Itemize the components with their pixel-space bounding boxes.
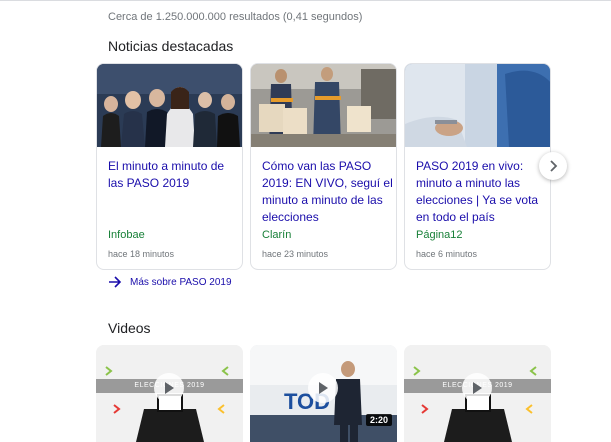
- video-duration: 2:20: [365, 414, 392, 426]
- news-card[interactable]: Cómo van las PASO 2019: EN VIVO, seguí e…: [250, 63, 397, 270]
- news-time: hace 18 minutos: [108, 249, 175, 259]
- play-button[interactable]: [154, 373, 184, 403]
- video-thumbnail[interactable]: ELECCIONES 2019: [96, 345, 243, 442]
- news-headline[interactable]: Cómo van las PASO 2019: EN VIVO, seguí e…: [262, 158, 394, 226]
- carousel-next-button[interactable]: [539, 152, 567, 180]
- news-card[interactable]: El minuto a minuto de las PASO 2019 Info…: [96, 63, 243, 270]
- top-stories-title: Noticias destacadas: [108, 38, 234, 54]
- news-thumbnail: [97, 64, 242, 147]
- videos-title: Videos: [108, 320, 151, 336]
- news-source: Clarín: [262, 229, 292, 241]
- news-source: Página12: [416, 229, 463, 241]
- play-icon: [165, 382, 174, 394]
- news-time: hace 6 minutos: [416, 249, 478, 259]
- news-card[interactable]: PASO 2019 en vivo: minuto a minuto las e…: [404, 63, 551, 270]
- more-news-label: Más sobre PASO 2019: [130, 276, 232, 288]
- chevron-right-icon: [550, 160, 558, 172]
- video-thumbnail[interactable]: ELECCIONES 2019: [404, 345, 551, 442]
- play-icon: [319, 382, 328, 394]
- news-source: Infobae: [108, 229, 145, 241]
- news-headline[interactable]: El minuto a minuto de las PASO 2019: [108, 158, 240, 192]
- result-stats: Cerca de 1.250.000.000 resultados (0,41 …: [108, 11, 363, 23]
- video-thumbnail[interactable]: TOD 2:20: [250, 345, 397, 442]
- arrow-right-icon: [109, 276, 122, 288]
- play-icon: [473, 382, 482, 394]
- play-button[interactable]: [462, 373, 492, 403]
- news-thumbnail: [251, 64, 396, 147]
- news-time: hace 23 minutos: [262, 249, 329, 259]
- news-headline[interactable]: PASO 2019 en vivo: minuto a minuto las e…: [416, 158, 548, 226]
- news-thumbnail: [405, 64, 550, 147]
- more-news-link[interactable]: Más sobre PASO 2019: [108, 276, 232, 288]
- play-button[interactable]: [308, 373, 338, 403]
- top-divider: [0, 0, 611, 1]
